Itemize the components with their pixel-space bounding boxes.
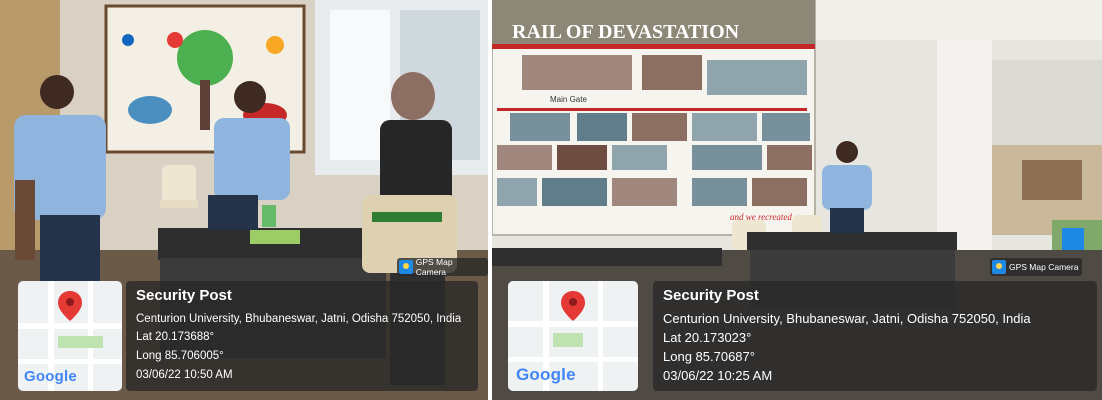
google-logo: Google xyxy=(24,368,77,385)
gps-camera-label: GPS Map Camera xyxy=(1009,262,1079,272)
location-pin-icon xyxy=(561,291,585,321)
map-thumbnail: Google xyxy=(18,281,122,391)
longitude: Long 85.70687° xyxy=(663,349,755,364)
map-thumbnail: Google xyxy=(508,281,638,391)
gps-camera-badge: GPS Map Camera xyxy=(397,257,488,277)
location-address: Centurion University, Bhubaneswar, Jatni… xyxy=(663,311,1031,326)
google-logo: Google xyxy=(516,365,576,384)
location-title: Security Post xyxy=(663,287,759,304)
gps-camera-label: GPS Map Camera xyxy=(415,257,453,277)
location-pin-icon xyxy=(58,291,82,321)
gps-camera-badge: GPS Map Camera xyxy=(990,258,1083,276)
photo-right: RAIL OF DEVASTATION Main Gate and we rec… xyxy=(492,0,1102,400)
timestamp: 03/06/22 10:25 AM xyxy=(663,368,773,383)
latitude: Lat 20.173023° xyxy=(663,330,752,345)
location-title: Security Post xyxy=(136,287,232,304)
photo-left: GPS Map Camera Google Security Post Cent… xyxy=(0,0,488,400)
location-info-panel: Security Post Centurion University, Bhub… xyxy=(653,281,1097,391)
longitude: Long 85.706005° xyxy=(136,350,224,362)
mural-main-gate-text: Main Gate xyxy=(550,95,587,104)
timestamp: 03/06/22 10:50 AM xyxy=(136,369,233,381)
location-info-panel: Security Post Centurion University, Bhub… xyxy=(126,281,478,391)
gps-camera-icon xyxy=(399,260,413,274)
location-address: Centurion University, Bhubaneswar, Jatni… xyxy=(136,313,462,325)
mural-banner-text: RAIL OF DEVASTATION xyxy=(512,21,740,43)
rail-of-devastation-mural: RAIL OF DEVASTATION Main Gate and we rec… xyxy=(492,0,816,236)
latitude: Lat 20.173688° xyxy=(136,331,215,343)
gps-camera-icon xyxy=(992,260,1006,274)
